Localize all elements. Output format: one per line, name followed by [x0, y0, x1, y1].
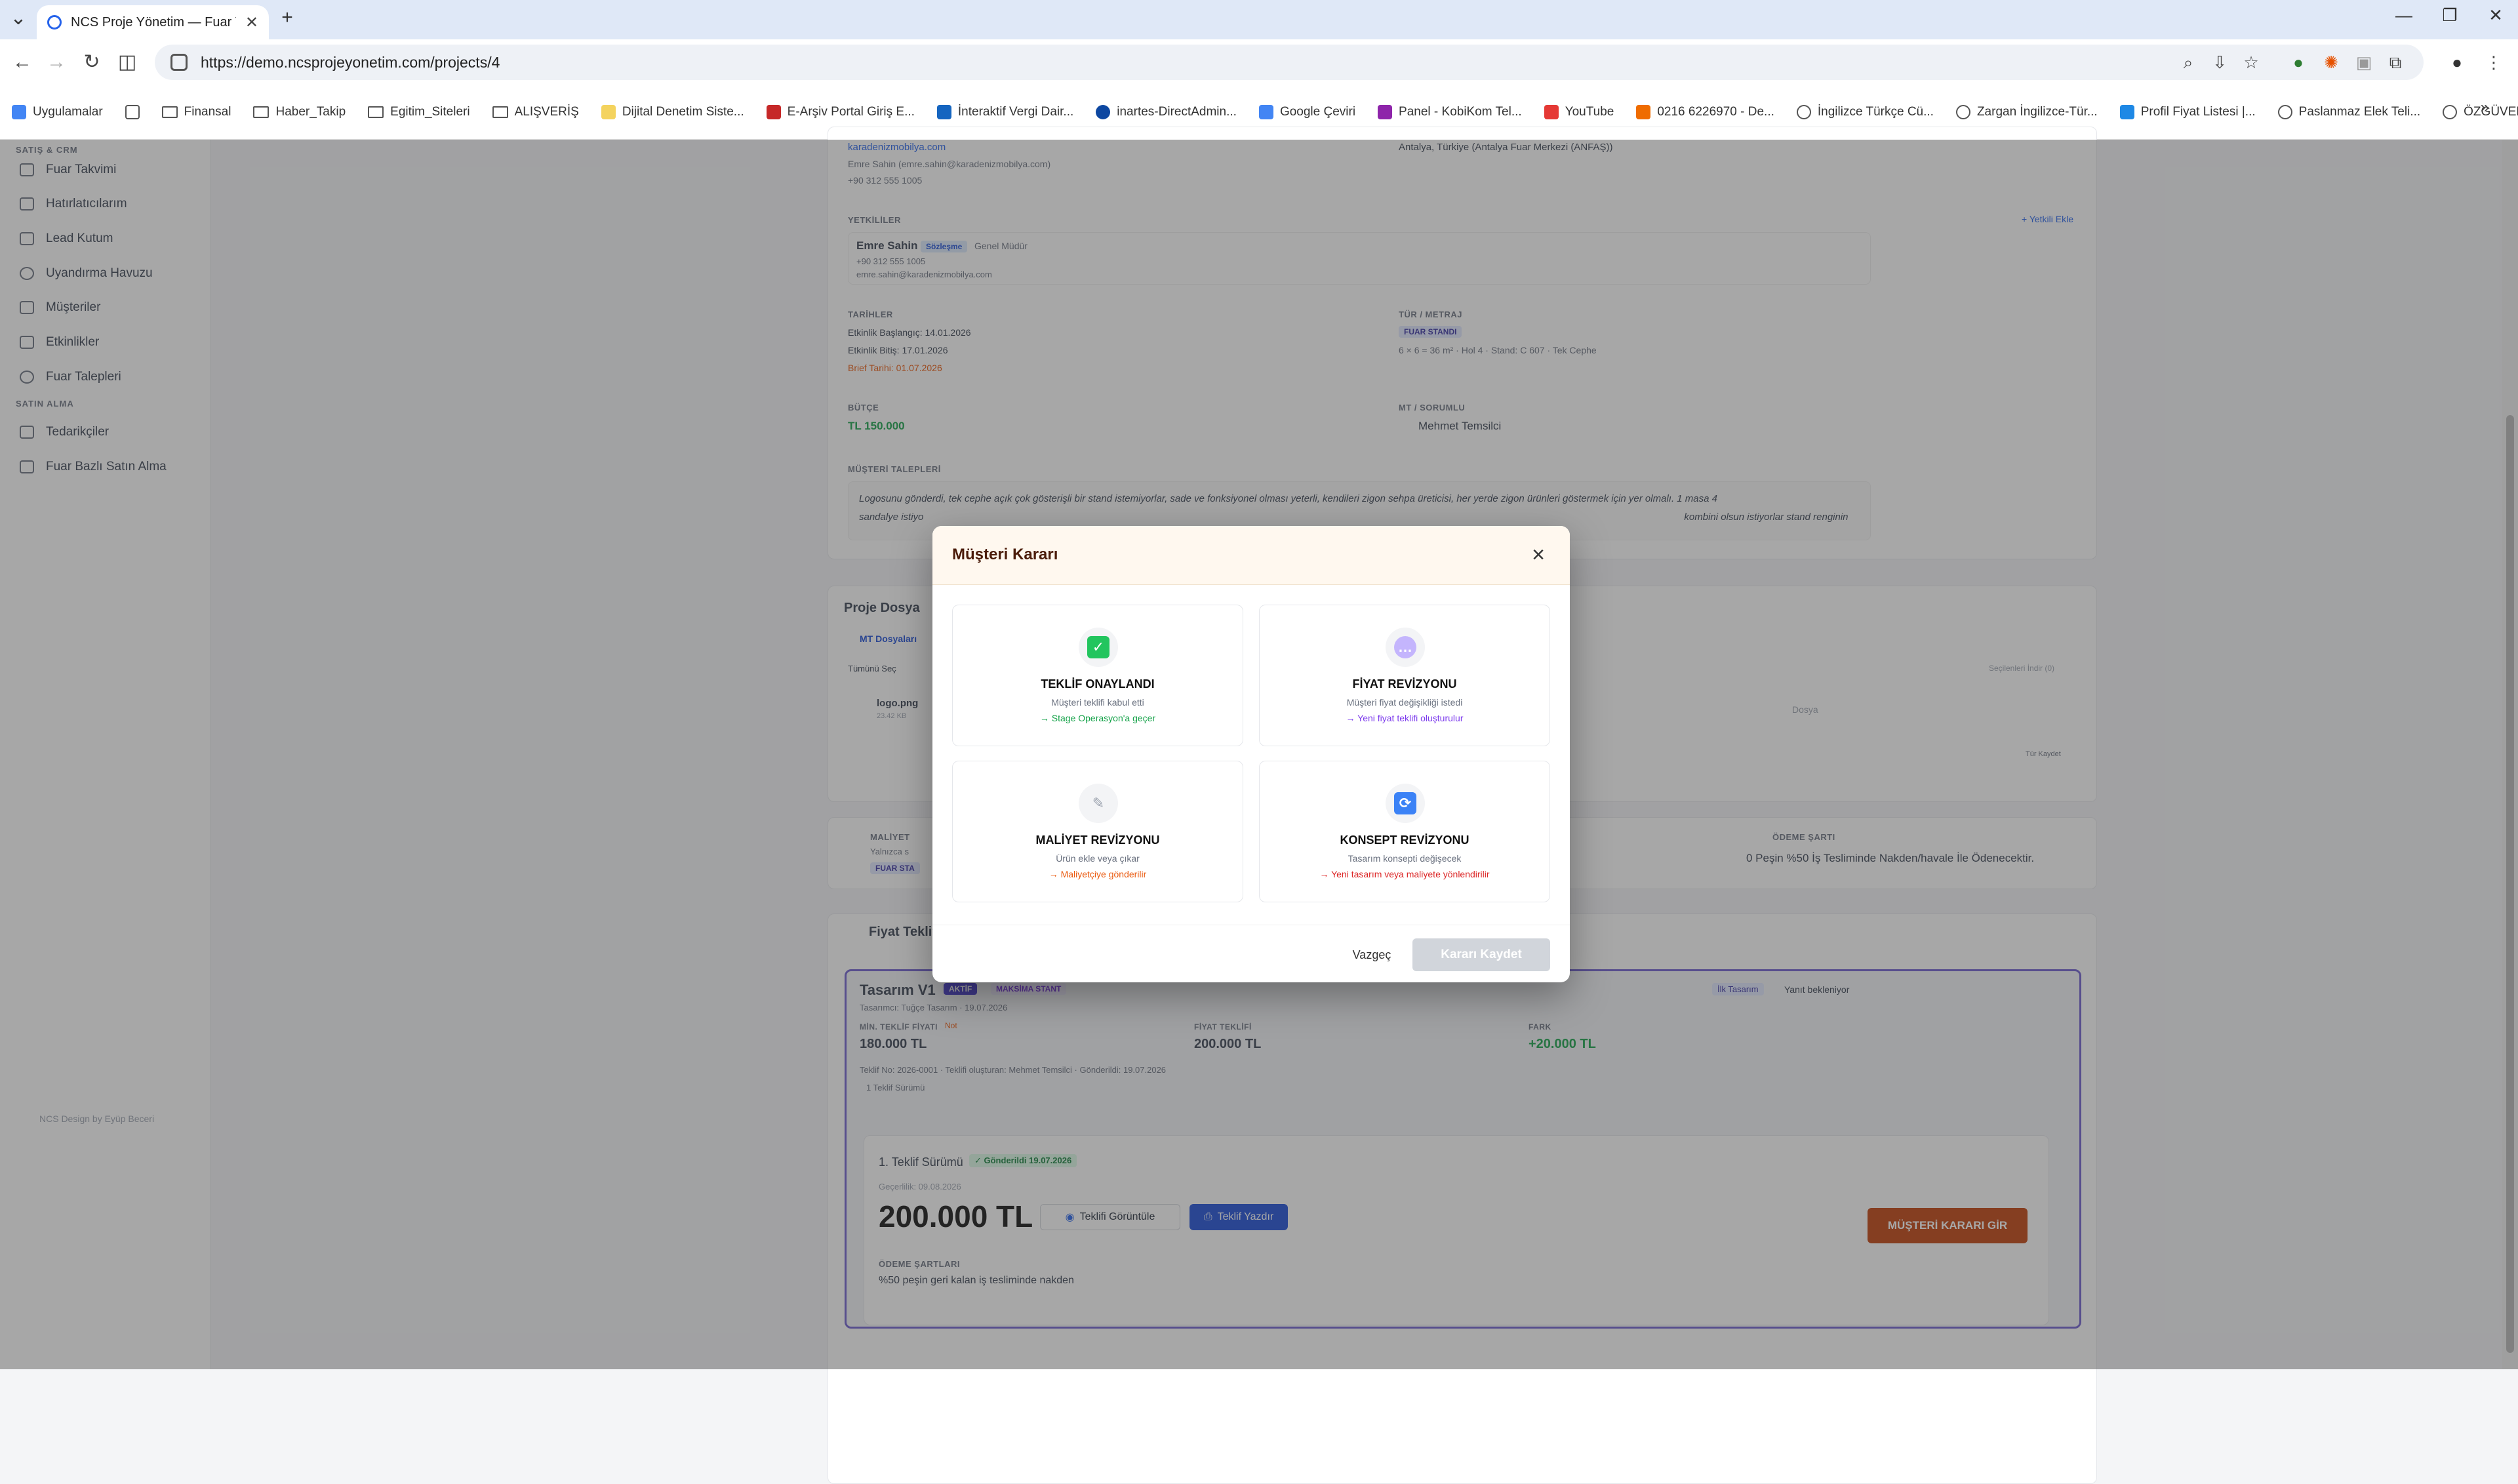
extensions-puzzle-icon[interactable]: ⧉	[2384, 51, 2407, 73]
site-icon	[1378, 105, 1393, 119]
option-icon-wrap: ✎	[1079, 784, 1118, 823]
option-desc: Müşteri fiyat değişikliği istedi	[1346, 697, 1463, 708]
bookmark-folder[interactable]: ALIŞVERİŞ	[492, 105, 579, 119]
apps-grid-icon	[12, 105, 26, 119]
bookmark-folder[interactable]: Egitim_Siteleri	[368, 105, 470, 119]
extension-globe-icon[interactable]: ●	[2287, 51, 2309, 73]
new-tab-icon[interactable]: +	[274, 7, 300, 29]
site-icon	[766, 105, 781, 119]
bookmark-item[interactable]: E-Arşiv Portal Giriş E...	[766, 105, 915, 119]
option-title: FİYAT REVİZYONU	[1352, 677, 1457, 691]
modal-header: Müşteri Kararı ×	[932, 526, 1570, 585]
more-bookmarks-icon[interactable]: »	[2481, 98, 2489, 117]
globe-icon	[2277, 105, 2292, 119]
bookmark-star-icon[interactable]: ☆	[2240, 51, 2262, 73]
bookmark-item[interactable]: Uygulamalar	[12, 105, 103, 119]
bookmark-item[interactable]: Zargan İngilizce-Tür...	[1955, 105, 2098, 119]
back-icon[interactable]: ←	[8, 49, 37, 75]
extension-tool-icon[interactable]: ▣	[2353, 51, 2375, 73]
profile-avatar-icon[interactable]: ●	[2446, 51, 2468, 73]
globe-icon	[2443, 105, 2458, 119]
bookmark-folder[interactable]: Finansal	[161, 105, 231, 119]
customer-decision-modal: Müşteri Kararı × ✓ TEKLİF ONAYLANDI Müşt…	[932, 526, 1570, 982]
install-app-icon[interactable]: ⇩	[2208, 51, 2231, 73]
save-decision-button[interactable]: Kararı Kaydet	[1412, 938, 1550, 971]
zoom-icon[interactable]: ⌕	[2177, 51, 2199, 73]
option-title: MALİYET REVİZYONU	[1035, 833, 1160, 847]
site-icon	[1636, 105, 1651, 119]
option-icon-wrap: …	[1386, 628, 1425, 667]
folder-icon	[492, 106, 508, 118]
bookmark-item[interactable]: 0216 6226970 - De...	[1636, 105, 1774, 119]
site-icon	[2119, 105, 2134, 119]
bookmark-item[interactable]: Paslanmaz Elek Teli...	[2277, 105, 2420, 119]
tab-bar: ⌄ NCS Proje Yönetim — Fuar Yön ✕ + — ❐ ✕	[0, 0, 2518, 39]
navigation-bar: ← → ↻ ◫ https://demo.ncsprojeyonetim.com…	[0, 39, 2518, 85]
url-text: https://demo.ncsprojeyonetim.com/project…	[201, 53, 500, 71]
tab-close-icon[interactable]: ✕	[245, 13, 258, 32]
folder-icon	[253, 106, 270, 118]
site-icon	[1096, 105, 1111, 119]
chat-icon: …	[1394, 636, 1416, 658]
split-view-icon[interactable]: ◫	[113, 49, 142, 75]
bookmark-item[interactable]: Dijital Denetim Siste...	[601, 105, 744, 119]
option-icon-wrap: ⟳	[1386, 784, 1425, 823]
browser-tab[interactable]: NCS Proje Yönetim — Fuar Yön ✕	[37, 5, 269, 39]
refresh-icon: ⟳	[1394, 792, 1416, 814]
tab-title: NCS Proje Yönetim — Fuar Yön	[71, 14, 236, 30]
globe-icon	[1796, 105, 1811, 119]
cancel-button[interactable]: Vazgeç	[1339, 940, 1405, 970]
option-note: → Yeni tasarım veya maliyete yönlendiril…	[1319, 869, 1490, 879]
tab-search-icon[interactable]: ⌄	[5, 7, 31, 30]
option-desc: Müşteri teklifi kabul etti	[1051, 697, 1144, 708]
option-cost-revision[interactable]: ✎ MALİYET REVİZYONU Ürün ekle veya çıkar…	[952, 761, 1243, 902]
extension-sun-icon[interactable]: ✺	[2320, 51, 2342, 73]
bookmark-item[interactable]: İngilizce Türkçe Cü...	[1796, 105, 1934, 119]
bookmark-item[interactable]: YouTube	[1544, 105, 1614, 119]
option-price-revision[interactable]: … FİYAT REVİZYONU Müşteri fiyat değişikl…	[1259, 605, 1550, 746]
option-concept-revision[interactable]: ⟳ KONSEPT REVİZYONU Tasarım konsepti değ…	[1259, 761, 1550, 902]
folder-icon	[368, 106, 384, 118]
modal-title: Müşteri Kararı	[952, 546, 1058, 563]
browser-chrome: ⌄ NCS Proje Yönetim — Fuar Yön ✕ + — ❐ ✕…	[0, 0, 2518, 140]
wrench-icon: ✎	[1092, 795, 1105, 811]
minimize-icon[interactable]: —	[2384, 5, 2424, 26]
modal-footer: Vazgeç Kararı Kaydet	[932, 925, 1570, 982]
bookmark-item[interactable]: inartes-DirectAdmin...	[1096, 105, 1237, 119]
bookmark-item[interactable]	[125, 105, 140, 119]
site-info-icon[interactable]	[170, 54, 188, 71]
option-note: → Yeni fiyat teklifi oluşturulur	[1346, 713, 1464, 723]
tab-groups-icon	[125, 105, 140, 119]
bookmark-item[interactable]: Profil Fiyat Listesi |...	[2119, 105, 2256, 119]
option-desc: Tasarım konsepti değişecek	[1348, 853, 1462, 864]
globe-icon	[1955, 105, 1970, 119]
folder-icon	[161, 106, 178, 118]
option-offer-approved[interactable]: ✓ TEKLİF ONAYLANDI Müşteri teklifi kabul…	[952, 605, 1243, 746]
check-icon: ✓	[1087, 636, 1109, 658]
maximize-icon[interactable]: ❐	[2430, 5, 2469, 26]
option-note: → Stage Operasyon'a geçer	[1039, 713, 1156, 723]
modal-close-icon[interactable]: ×	[1524, 540, 1553, 569]
bookmark-item[interactable]: Google Çeviri	[1258, 105, 1355, 119]
site-icon	[936, 105, 951, 119]
forward-icon[interactable]: →	[42, 49, 71, 75]
youtube-icon	[1544, 105, 1559, 119]
option-desc: Ürün ekle veya çıkar	[1056, 853, 1140, 864]
window-close-icon[interactable]: ✕	[2476, 5, 2515, 26]
site-icon	[601, 105, 616, 119]
translate-icon	[1258, 105, 1273, 119]
option-note: → Maliyetçiye gönderilir	[1049, 869, 1147, 879]
bookmark-item[interactable]: Panel - KobiKom Tel...	[1378, 105, 1522, 119]
menu-kebab-icon[interactable]: ⋮	[2483, 51, 2505, 73]
reload-icon[interactable]: ↻	[77, 49, 106, 75]
bookmark-item[interactable]: İnteraktif Vergi Dair...	[936, 105, 1073, 119]
bookmark-folder[interactable]: Haber_Takip	[253, 105, 346, 119]
option-icon-wrap: ✓	[1079, 628, 1118, 667]
option-title: TEKLİF ONAYLANDI	[1041, 677, 1155, 691]
address-bar[interactable]: https://demo.ncsprojeyonetim.com/project…	[155, 45, 2424, 80]
site-favicon-icon	[47, 15, 62, 30]
option-title: KONSEPT REVİZYONU	[1340, 833, 1469, 847]
